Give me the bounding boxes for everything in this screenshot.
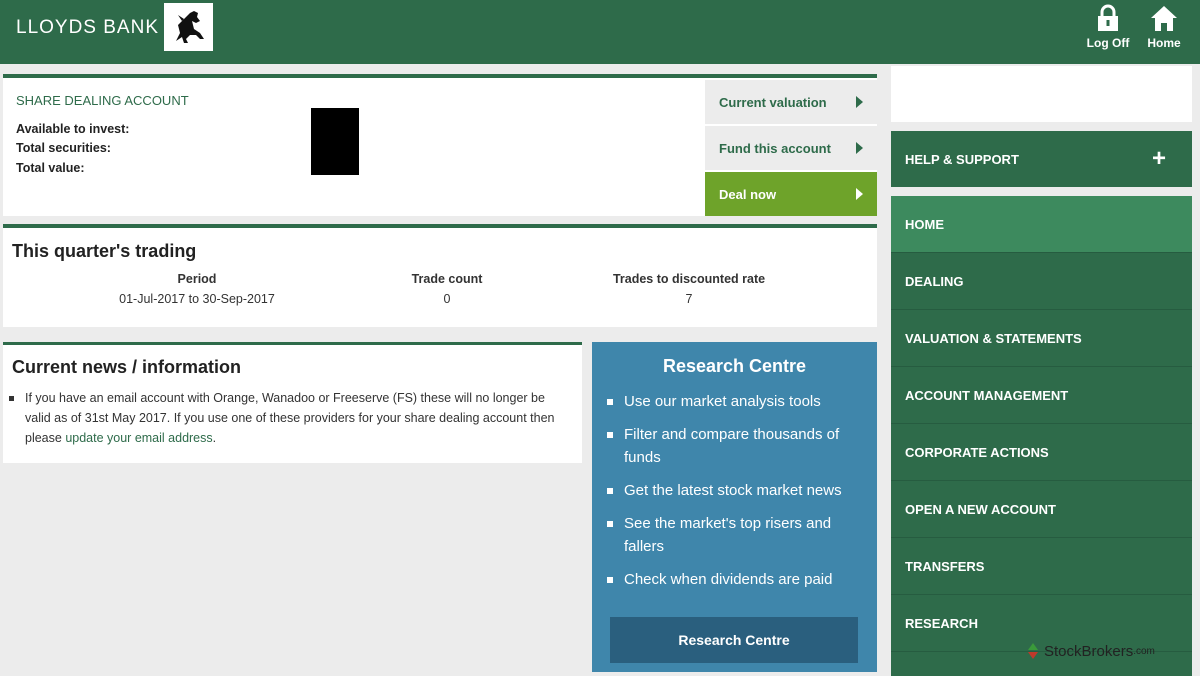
fund-this-account-button[interactable]: Fund this account [705,126,877,170]
arrow-right-icon [856,142,863,154]
share-dealing-account-panel: SHARE DEALING ACCOUNT Available to inves… [3,74,877,216]
redacted-values [311,108,359,175]
trading-title: This quarter's trading [12,241,197,261]
help-support-toggle[interactable]: HELP & SUPPORT + [891,131,1192,187]
current-valuation-button[interactable]: Current valuation [705,80,877,124]
trade-count-value: 0 [443,292,451,306]
research-item: Use our market analysis tools [607,390,864,413]
deal-now-button[interactable]: Deal now [705,172,877,216]
sidebar-item-valuation-statements[interactable]: VALUATION & STATEMENTS [891,310,1192,367]
research-centre-button[interactable]: Research Centre [610,617,858,663]
news-panel: Current news / information If you have a… [3,342,582,463]
discounted-rate-column: Trades to discounted rate 7 [599,272,779,306]
sidebar-item-corporate-actions[interactable]: CORPORATE ACTIONS [891,424,1192,481]
research-list: Use our market analysis tools Filter and… [607,390,864,601]
sidebar-nav: HOME DEALING VALUATION & STATEMENTS ACCO… [891,196,1192,676]
research-item: Check when dividends are paid [607,568,864,591]
discounted-rate-value: 7 [685,292,693,306]
deal-now-label: Deal now [719,186,777,202]
help-support-label: HELP & SUPPORT [905,151,1019,167]
black-horse-logo-icon[interactable] [164,3,213,51]
up-down-arrows-icon [1028,643,1038,659]
quarter-trading-panel: This quarter's trading Period 01-Jul-201… [3,224,877,327]
research-item: See the market's top risers and fallers [607,512,864,558]
total-value-label: Total value: [16,161,85,175]
sidebar-item-transfers[interactable]: TRANSFERS [891,538,1192,595]
watermark-text: StockBrokers [1044,642,1134,660]
available-to-invest-label: Available to invest: [16,122,130,136]
news-item: If you have an email account with Orange… [9,388,573,448]
sidebar-item-account-management[interactable]: ACCOUNT MANAGEMENT [891,367,1192,424]
brand-name: LLOYDS BANK [16,17,159,38]
research-centre-panel: Research Centre Use our market analysis … [592,342,877,672]
total-securities-label: Total securities: [16,141,111,155]
log-off-label: Log Off [1086,36,1130,50]
account-title: SHARE DEALING ACCOUNT [16,93,189,108]
research-item: Filter and compare thousands of funds [607,423,864,469]
arrow-right-icon [856,96,863,108]
discounted-rate-header: Trades to discounted rate [612,272,766,286]
trade-count-column: Trade count 0 [387,272,507,306]
trade-count-header: Trade count [411,272,483,286]
research-item: Get the latest stock market news [607,479,864,502]
home-label: Home [1147,36,1181,50]
period-value: 01-Jul-2017 to 30-Sep-2017 [119,292,275,306]
period-header: Period [177,272,217,286]
plus-icon: + [1151,145,1166,172]
sidebar-item-home[interactable]: HOME [891,196,1192,253]
account-actions: Current valuation Fund this account Deal… [705,80,877,218]
home-icon [1151,6,1177,31]
top-bar: LLOYDS BANK Log Off Home [0,0,1200,64]
news-title: Current news / information [12,357,242,377]
fund-this-account-label: Fund this account [719,140,831,156]
period-column: Period 01-Jul-2017 to 30-Sep-2017 [107,272,287,306]
lock-icon [1098,4,1118,31]
sidebar-item-open-new-account[interactable]: OPEN A NEW ACCOUNT [891,481,1192,538]
log-off-button[interactable]: Log Off [1083,4,1133,50]
update-email-link[interactable]: update your email address [65,431,212,445]
arrow-right-icon [856,188,863,200]
watermark-suffix: .com [1133,645,1155,657]
stockbrokers-watermark: StockBrokers .com [1026,642,1155,660]
current-valuation-label: Current valuation [719,94,827,110]
sidebar-item-dealing[interactable]: DEALING [891,253,1192,310]
research-title: Research Centre [662,356,807,376]
news-after: . [212,431,217,445]
home-button[interactable]: Home [1139,4,1189,50]
bullet-icon [9,396,14,401]
sidebar-blank-panel [891,66,1192,122]
